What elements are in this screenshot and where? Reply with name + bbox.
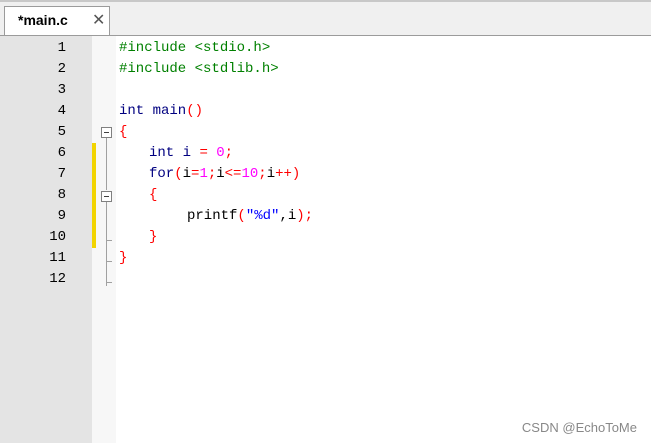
- code-text: {: [149, 187, 158, 203]
- code-token: i: [216, 166, 225, 182]
- code-editor[interactable]: 1 #include <stdio.h> 2 #include <stdlib.…: [0, 36, 651, 443]
- line-number: 11: [49, 250, 66, 266]
- code-token: 1: [199, 166, 208, 182]
- code-token: =: [199, 145, 208, 161]
- code-text: {: [119, 124, 128, 140]
- line-number: 4: [57, 103, 66, 119]
- code-line: 1 #include <stdio.h>: [0, 38, 651, 59]
- line-number: 8: [57, 187, 66, 203]
- code-line: 9 printf("%d",i);: [0, 206, 651, 227]
- code-token: ;: [258, 166, 267, 182]
- code-token: i: [182, 166, 192, 182]
- code-token: ++: [275, 166, 292, 182]
- code-token: int: [149, 145, 175, 161]
- code-token: ;: [207, 166, 217, 182]
- code-text: #include <stdio.h>: [119, 40, 271, 56]
- line-number: 7: [57, 166, 66, 182]
- code-text: }: [119, 250, 128, 266]
- code-line: 11 }: [0, 248, 651, 269]
- code-token: i: [174, 145, 200, 161]
- code-token: i: [266, 166, 276, 182]
- code-token: int main: [119, 103, 187, 119]
- code-line: 6 int i = 0;: [0, 143, 651, 164]
- close-icon[interactable]: ✕: [92, 10, 105, 29]
- code-text: for(i=1;i<=10;i++): [149, 164, 300, 185]
- code-token: printf: [187, 208, 238, 224]
- line-number: 6: [57, 145, 66, 161]
- code-text: #include <stdlib.h>: [119, 61, 279, 77]
- code-token: "%d": [245, 208, 280, 224]
- line-number: 3: [57, 82, 66, 98]
- code-line: 12: [0, 269, 651, 290]
- code-token: (: [174, 166, 183, 182]
- code-line: 4 int main(): [0, 101, 651, 122]
- code-token: ;: [224, 145, 234, 161]
- code-line: 8 {: [0, 185, 651, 206]
- code-line: 5 {: [0, 122, 651, 143]
- tab-main-c[interactable]: *main.c ✕: [4, 6, 110, 35]
- code-token: <=: [224, 166, 242, 182]
- code-token: ): [291, 166, 301, 182]
- line-number: 10: [49, 229, 66, 245]
- code-line: 2 #include <stdlib.h>: [0, 59, 651, 80]
- tab-bar-top-border: [0, 0, 651, 2]
- code-text: printf("%d",i);: [187, 206, 313, 227]
- code-line: 7 for(i=1;i<=10;i++): [0, 164, 651, 185]
- code-token: );: [296, 208, 314, 224]
- code-token: for: [149, 166, 175, 182]
- code-token: 10: [241, 166, 259, 182]
- line-number: 12: [49, 271, 66, 287]
- code-text: int i = 0;: [149, 143, 233, 164]
- code-token: 0: [216, 145, 225, 161]
- code-text: int main(): [119, 101, 203, 122]
- line-number: 2: [57, 61, 66, 77]
- code-line: 10 }: [0, 227, 651, 248]
- code-token: (): [186, 103, 204, 119]
- code-token: ,i: [279, 208, 297, 224]
- line-number: 9: [57, 208, 66, 224]
- line-number: 1: [57, 40, 66, 56]
- code-token: (: [237, 208, 246, 224]
- line-number: 5: [57, 124, 66, 140]
- code-text: }: [149, 229, 158, 245]
- watermark: CSDN @EchoToMe: [521, 420, 637, 435]
- tab-bar: *main.c ✕: [0, 0, 651, 36]
- tab-title: *main.c: [18, 12, 68, 28]
- code-line: 3: [0, 80, 651, 101]
